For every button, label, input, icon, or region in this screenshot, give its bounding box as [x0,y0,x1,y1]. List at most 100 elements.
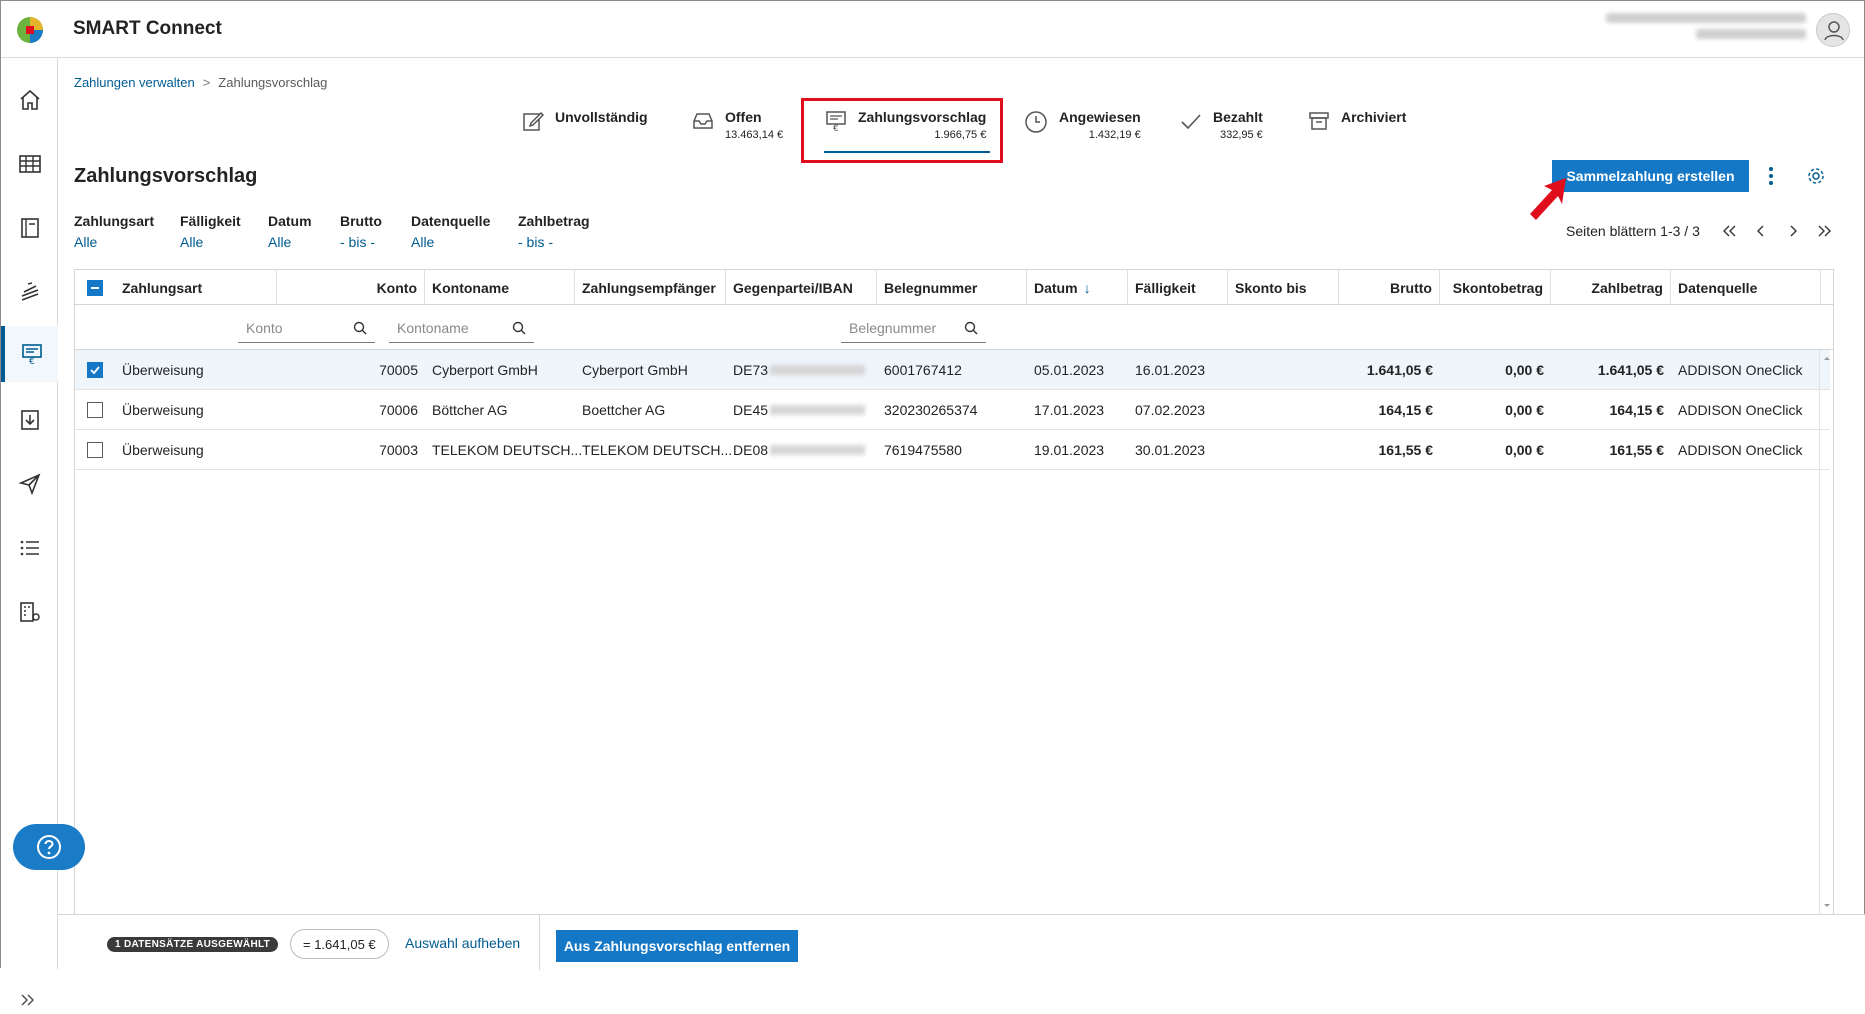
col-zahlungsart[interactable]: Zahlungsart [115,270,277,305]
tab-unvollstaendig[interactable]: Unvollständig [521,109,648,151]
table-scrollbar[interactable] [1819,350,1833,914]
tab-label: Bezahlt [1213,109,1263,125]
filter-faelligkeit[interactable]: Fälligkeit Alle [180,213,241,250]
tab-archiviert[interactable]: Archiviert [1307,109,1406,151]
filter-zahlungsart[interactable]: Zahlungsart Alle [74,213,154,250]
col-skontobetrag[interactable]: Skontobetrag [1440,270,1551,305]
tab-amount: 13.463,14 € [725,129,784,141]
last-page-icon[interactable] [1815,221,1835,241]
gear-icon[interactable] [1806,166,1826,191]
cell-zahlungsart: Überweisung [122,402,204,418]
cell-brutto: 1.641,05 € [1366,362,1433,378]
cell-datum: 05.01.2023 [1034,362,1105,378]
sidebar-item-ledger[interactable] [1,200,58,256]
tab-angewiesen[interactable]: Angewiesen 1.432,19 € [1023,109,1141,151]
filter-value[interactable]: Alle [411,234,490,250]
filter-datum[interactable]: Datum Alle [268,213,312,250]
clock-icon [1025,111,1047,133]
cell-empfaenger: TELEKOM DEUTSCH... [582,442,733,458]
table-row[interactable]: Überweisung 70005 Cyberport GmbH Cyberpo… [75,350,1830,390]
cell-brutto: 161,55 € [1378,442,1434,458]
filter-value[interactable]: Alle [268,234,312,250]
filter-value[interactable]: Alle [74,234,154,250]
table-row[interactable]: Überweisung 70003 TELEKOM DEUTSCH... TEL… [75,430,1830,470]
row-checkbox[interactable] [75,430,115,470]
col-brutto[interactable]: Brutto [1339,270,1440,305]
cell-iban: DE45 [726,390,877,430]
more-options-icon[interactable] [1767,165,1775,192]
sidebar-item-home[interactable] [1,72,58,128]
cell-skonto-bis [1228,390,1339,430]
cell-empfaenger: Boettcher AG [582,402,666,418]
col-konto[interactable]: Konto [277,270,425,305]
home-icon [19,89,40,110]
sort-desc-icon: ↓ [1083,279,1091,296]
create-batch-payment-button[interactable]: Sammelzahlung erstellen [1552,160,1749,192]
filter-value[interactable]: - bis - [518,234,590,250]
belegnummer-filter-input[interactable]: Belegnummer [841,313,986,343]
tab-label: Archiviert [1341,109,1407,125]
scroll-down-icon[interactable] [1821,902,1833,910]
scroll-up-icon[interactable] [1821,354,1833,362]
kontoname-filter-input[interactable]: Kontoname [389,313,534,343]
user-avatar[interactable] [1816,13,1850,47]
cell-datenquelle: ADDISON OneClick [1678,362,1803,378]
previous-page-icon[interactable] [1751,221,1771,241]
iban-prefix: DE08 [733,442,769,458]
col-label: Datum [1034,279,1078,296]
col-kontoname[interactable]: Kontoname [425,270,575,305]
payments-table: Zahlungsart Konto Kontoname Zahlungsempf… [74,269,1834,915]
sidebar-item-payments[interactable]: € [1,326,58,382]
tab-bezahlt[interactable]: Bezahlt 332,95 € [1179,109,1263,151]
filter-datenquelle[interactable]: Datenquelle Alle [411,213,490,250]
breadcrumb-parent-link[interactable]: Zahlungen verwalten [74,75,195,90]
sidebar-item-import[interactable] [1,392,58,448]
remove-from-proposal-button[interactable]: Aus Zahlungsvorschlag entfernen [556,930,798,962]
col-zahlbetrag[interactable]: Zahlbetrag [1551,270,1671,305]
col-gegenpartei-iban[interactable]: Gegenpartei/IBAN [726,270,877,305]
row-checkbox[interactable] [75,390,115,430]
col-datenquelle[interactable]: Datenquelle [1671,270,1821,305]
sidebar-item-send[interactable] [1,456,58,512]
filter-label: Fälligkeit [180,213,241,229]
cell-konto: 70006 [379,402,418,418]
col-zahlungsempfaenger[interactable]: Zahlungsempfänger [575,270,726,305]
next-page-icon[interactable] [1783,221,1803,241]
search-icon [512,321,526,334]
col-faelligkeit[interactable]: Fälligkeit [1128,270,1228,305]
cell-datum: 19.01.2023 [1034,442,1105,458]
help-button[interactable] [13,824,85,870]
help-icon [37,835,61,859]
sidebar-item-settings[interactable] [1,584,58,640]
col-skonto-bis[interactable]: Skonto bis [1228,270,1339,305]
filter-value[interactable]: Alle [180,234,241,250]
placeholder: Konto [246,319,283,336]
user-info[interactable] [1586,13,1806,47]
filter-value[interactable]: - bis - [340,234,382,250]
row-checkbox[interactable] [75,350,115,390]
table-row[interactable]: Überweisung 70006 Böttcher AG Boettcher … [75,390,1830,430]
filter-brutto[interactable]: Brutto - bis - [340,213,382,250]
sidebar-item-documents[interactable] [1,264,58,320]
konto-filter-input[interactable]: Konto [238,313,375,343]
clear-selection-link[interactable]: Auswahl aufheben [405,935,520,951]
cell-datum: 17.01.2023 [1034,402,1105,418]
col-belegnummer[interactable]: Belegnummer [877,270,1027,305]
expand-sidebar-icon[interactable] [19,991,37,1014]
tab-offen[interactable]: Offen 13.463,14 € [691,109,783,151]
cell-skonto-bis [1228,430,1339,470]
iban-prefix: DE45 [733,402,769,418]
payment-proposal-icon: € [21,344,42,366]
archive-icon [1309,112,1329,130]
filter-zahlbetrag[interactable]: Zahlbetrag - bis - [518,213,590,250]
sidebar-item-table[interactable] [1,136,58,192]
sidebar-item-list[interactable] [1,520,58,576]
cell-zahlbetrag: 164,15 € [1609,402,1665,418]
col-datum[interactable]: Datum ↓ [1027,270,1128,305]
tab-label: Offen [725,109,762,125]
cell-kontoname: Böttcher AG [432,402,508,418]
first-page-icon[interactable] [1719,221,1739,241]
select-all-checkbox[interactable] [75,270,115,305]
cell-faelligkeit: 07.02.2023 [1135,402,1206,418]
cell-faelligkeit: 30.01.2023 [1135,442,1206,458]
